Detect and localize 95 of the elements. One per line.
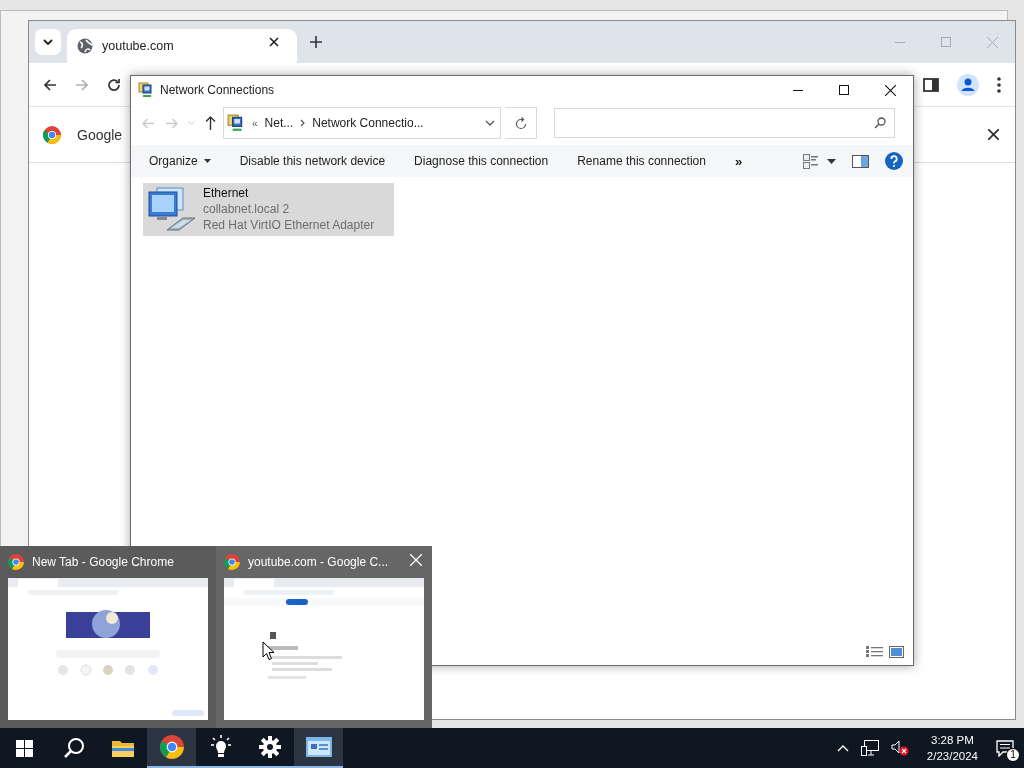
close-icon bbox=[884, 84, 896, 96]
muted-speaker-icon bbox=[890, 740, 909, 756]
window-title: Network Connections bbox=[160, 83, 275, 97]
command-button[interactable]: Disable this network device bbox=[229, 148, 396, 174]
maximize-icon bbox=[941, 37, 951, 47]
chevron-down-icon bbox=[188, 121, 195, 125]
close-icon bbox=[269, 37, 279, 47]
clock[interactable]: 3:28 PM 2/23/2024 bbox=[926, 732, 978, 764]
close-icon bbox=[986, 36, 998, 48]
reload-icon bbox=[107, 77, 121, 92]
more-commands-button[interactable]: » bbox=[724, 147, 753, 175]
minimize-icon bbox=[895, 41, 905, 43]
chevron-down-icon bbox=[485, 120, 495, 126]
network-adapter-icon bbox=[147, 185, 197, 234]
browser-tab[interactable]: youtube.com bbox=[67, 29, 297, 63]
window-preview[interactable]: New Tab - Google Chrome bbox=[0, 546, 216, 728]
breadcrumb-overflow: « bbox=[252, 117, 258, 129]
tab-search-button[interactable] bbox=[35, 29, 61, 55]
maximize-icon bbox=[839, 85, 849, 95]
side-panel-icon bbox=[923, 77, 939, 92]
date: 2/23/2024 bbox=[926, 749, 978, 764]
network-status-button[interactable] bbox=[858, 738, 881, 758]
settings-icon bbox=[258, 736, 281, 758]
organize-menu[interactable]: Organize bbox=[139, 148, 221, 174]
close-preview-button[interactable] bbox=[408, 552, 424, 568]
windows-icon bbox=[16, 739, 33, 757]
network-name: collabnet.local 2 bbox=[203, 202, 291, 217]
connection-name: Ethernet bbox=[203, 186, 250, 201]
chrome-icon bbox=[224, 554, 240, 570]
back-arrow-icon bbox=[43, 77, 57, 92]
large-icons-view-button[interactable] bbox=[888, 645, 905, 659]
globe-icon bbox=[77, 38, 93, 54]
network-connections-icon bbox=[138, 82, 154, 98]
change-view-button[interactable] bbox=[801, 151, 838, 171]
help-button[interactable] bbox=[883, 150, 905, 172]
adapter-name: Red Hat VirtIO Ethernet Adapter bbox=[203, 218, 375, 233]
chrome-icon bbox=[8, 554, 24, 570]
forward-arrow-icon bbox=[165, 117, 178, 129]
chrome-icon bbox=[159, 735, 184, 759]
preview-pane-icon bbox=[852, 154, 869, 168]
address-dropdown-button[interactable] bbox=[485, 120, 495, 126]
chevron-up-icon bbox=[836, 744, 849, 752]
search-icon bbox=[874, 117, 886, 129]
refresh-icon bbox=[514, 116, 527, 130]
close-icon bbox=[988, 129, 999, 140]
search-icon bbox=[62, 737, 85, 759]
taskbar-button[interactable] bbox=[294, 728, 343, 768]
dropdown-arrow-icon bbox=[827, 158, 836, 164]
taskbar-button[interactable] bbox=[147, 728, 196, 768]
breadcrumb-item[interactable]: Net... bbox=[264, 116, 294, 130]
dropdown-arrow-icon bbox=[203, 159, 211, 163]
plus-icon bbox=[310, 36, 322, 48]
time: 3:28 PM bbox=[931, 733, 974, 748]
chevron-down-icon bbox=[43, 39, 53, 45]
volume-button[interactable] bbox=[888, 738, 911, 758]
lightbulb-icon bbox=[208, 735, 233, 759]
infobar-message: Google bbox=[77, 126, 123, 143]
network-connections-icon bbox=[227, 114, 245, 132]
connection-item[interactable]: Ethernet collabnet.local 2 Red Hat VirtIO Ethernet Adapter bbox=[143, 183, 394, 236]
person-icon bbox=[957, 73, 979, 96]
chrome-logo-icon bbox=[43, 125, 61, 144]
large-icons-icon bbox=[889, 646, 904, 658]
refresh-button[interactable] bbox=[505, 107, 537, 139]
details-list-icon bbox=[866, 646, 883, 658]
cursor-icon bbox=[262, 641, 275, 661]
preview-title: New Tab - Google Chrome bbox=[32, 555, 174, 569]
profile-button[interactable] bbox=[955, 71, 981, 98]
minimize-icon bbox=[793, 89, 803, 91]
help-icon bbox=[885, 152, 903, 170]
back-arrow-icon bbox=[142, 117, 155, 129]
menu-icon bbox=[997, 76, 1001, 93]
side-panel-button[interactable] bbox=[921, 75, 941, 94]
menu-button[interactable] bbox=[995, 74, 1003, 95]
network-monitor-icon bbox=[860, 740, 879, 756]
command-button[interactable]: Diagnose this connection bbox=[404, 148, 559, 174]
breadcrumb-item[interactable]: Network Connectio... bbox=[312, 116, 424, 130]
address-bar[interactable]: « Net... Network Connectio... bbox=[223, 107, 501, 139]
notification-count: 1 bbox=[1006, 747, 1020, 762]
search-field[interactable] bbox=[554, 108, 895, 138]
preview-pane-button[interactable] bbox=[850, 152, 871, 170]
notifications-button[interactable]: 1 bbox=[994, 737, 1016, 759]
close-icon bbox=[410, 554, 422, 566]
chevron-right-icon bbox=[300, 119, 306, 127]
folder-icon bbox=[111, 739, 134, 757]
message-icon bbox=[996, 739, 1014, 757]
forward-arrow-icon bbox=[75, 77, 89, 92]
command-button[interactable]: Rename this connection bbox=[567, 148, 716, 174]
preview-title: youtube.com - Google C... bbox=[248, 555, 389, 569]
details-view-button[interactable] bbox=[865, 645, 884, 659]
details-view-icon bbox=[803, 153, 819, 169]
close-infobar-button[interactable] bbox=[986, 127, 1001, 142]
window-preview[interactable]: youtube.com - Google C... bbox=[216, 546, 432, 728]
network-window-icon bbox=[305, 737, 332, 757]
up-arrow-icon bbox=[205, 116, 216, 130]
tab-title: youtube.com bbox=[102, 39, 175, 53]
